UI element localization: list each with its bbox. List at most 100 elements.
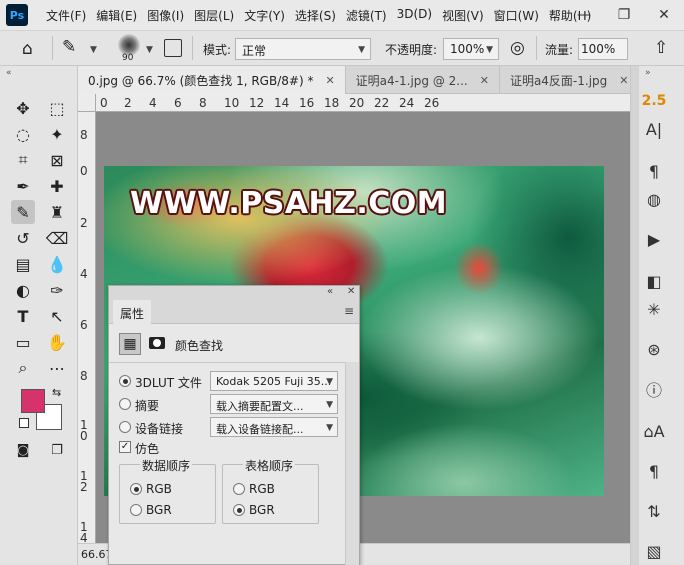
vertical-ruler[interactable]: 8 0 2 4 6 8 1 0 1 2 1 4	[78, 112, 96, 543]
eyedropper-tool-icon[interactable]: ✒	[11, 174, 35, 198]
chevron-down-icon[interactable]: ▼	[90, 45, 97, 55]
info-panel-icon[interactable]: ⓘ	[641, 376, 667, 402]
devicelink-select[interactable]: 载入设备链接配... ▼	[210, 417, 338, 437]
quick-mask-icon[interactable]: ◙	[11, 438, 35, 462]
ruler-label: 0	[100, 96, 108, 110]
move-tool-icon[interactable]: ✥	[11, 96, 35, 120]
close-icon[interactable]: ✕	[347, 286, 355, 297]
radio-button[interactable]	[130, 483, 142, 495]
lasso-tool-icon[interactable]: ◌	[11, 122, 35, 146]
paragraph-style-icon[interactable]: ¶	[641, 458, 667, 484]
menu-layer[interactable]: 图层(L)	[190, 7, 238, 24]
history-panel-icon[interactable]: ⇅	[641, 498, 667, 524]
healing-brush-tool-icon[interactable]: ✚	[45, 174, 69, 198]
crop-tool-icon[interactable]: ⌗	[11, 148, 35, 172]
menu-type[interactable]: 文字(Y)	[240, 7, 289, 24]
close-window-button[interactable]: ✕	[644, 0, 684, 30]
layers-panel-icon[interactable]: ◧	[641, 268, 667, 294]
radio-button[interactable]	[233, 483, 245, 495]
character-style-icon[interactable]: ⌂A	[641, 418, 667, 444]
brush-size-panel[interactable]: 2.5	[641, 88, 667, 114]
foreground-color-swatch[interactable]	[21, 389, 45, 413]
radio-button[interactable]	[130, 504, 142, 516]
adjustment-grid-icon[interactable]: ▦	[119, 333, 141, 355]
screen-mode-icon[interactable]: ❐	[45, 438, 69, 462]
brush-tool-preset-icon[interactable]: ✎	[62, 37, 76, 57]
marquee-tool-icon[interactable]: ⬚	[45, 96, 69, 120]
restore-button[interactable]: ❐	[604, 0, 644, 30]
swap-colors-icon[interactable]: ⇆	[52, 386, 61, 399]
abstract-select[interactable]: 载入摘要配置文... ▼	[210, 394, 338, 414]
zoom-tool-icon[interactable]: ⌕	[11, 356, 35, 380]
menu-edit[interactable]: 编辑(E)	[92, 7, 141, 24]
patterns-panel-icon[interactable]: ◍	[641, 186, 667, 212]
devicelink-radio[interactable]	[119, 421, 131, 433]
menu-view[interactable]: 视图(V)	[438, 7, 488, 24]
path-selection-tool-icon[interactable]: ↖	[45, 304, 69, 328]
hand-tool-icon[interactable]: ✋	[45, 330, 69, 354]
menu-3d[interactable]: 3D(D)	[393, 7, 436, 24]
collapse-icon[interactable]: «	[327, 286, 333, 297]
menu-window[interactable]: 窗口(W)	[490, 7, 543, 24]
clone-stamp-tool-icon[interactable]: ♜	[45, 200, 69, 224]
pressure-opacity-icon[interactable]: ◎	[510, 38, 525, 58]
menu-file[interactable]: 文件(F)	[42, 7, 90, 24]
menu-image[interactable]: 图像(I)	[143, 7, 188, 24]
ruler-origin[interactable]	[78, 94, 96, 112]
tab-properties[interactable]: 属性	[113, 300, 152, 324]
pen-tool-icon[interactable]: ✑	[45, 278, 69, 302]
default-colors-icon[interactable]	[19, 418, 29, 428]
abstract-radio[interactable]	[119, 398, 131, 410]
character-panel-icon[interactable]: A|	[641, 116, 667, 142]
panel-header[interactable]: « ✕	[109, 286, 359, 300]
close-icon[interactable]: ✕	[480, 74, 489, 87]
navigator-panel-icon[interactable]: ⊛	[641, 336, 667, 362]
horizontal-ruler[interactable]: 0 2 4 6 8 10 12 14 16 18 20 22 24 26	[96, 94, 630, 112]
scrollbar[interactable]	[631, 66, 639, 565]
history-brush-tool-icon[interactable]: ↺	[11, 226, 35, 250]
share-icon[interactable]: ⇧	[654, 38, 668, 58]
close-icon[interactable]: ✕	[325, 74, 334, 87]
opacity-input[interactable]: 100% ▼	[443, 38, 499, 60]
mode-select[interactable]: 正常 ▼	[235, 38, 371, 60]
tab-document-2[interactable]: 证明a4-1.jpg @ 2... ✕	[346, 66, 500, 94]
shape-tool-icon[interactable]: ▭	[11, 330, 35, 354]
menu-select[interactable]: 选择(S)	[291, 7, 340, 24]
data-order-bgr[interactable]: BGR	[130, 500, 210, 518]
paragraph-panel-icon[interactable]: ¶	[641, 158, 667, 184]
tab-document-3[interactable]: 证明a4反面-1.jpg ✕	[500, 66, 640, 94]
brush-settings-panel-icon[interactable]	[164, 39, 182, 57]
home-icon[interactable]: ⌂	[22, 39, 33, 59]
type-tool-icon[interactable]: T	[11, 304, 35, 328]
data-order-rgb[interactable]: RGB	[130, 479, 210, 497]
lut-select[interactable]: Kodak 5205 Fuji 35... ▼	[210, 371, 338, 391]
lut-radio[interactable]	[119, 375, 131, 387]
collapse-icon[interactable]: »	[645, 68, 651, 78]
close-icon[interactable]: ✕	[619, 74, 628, 87]
ruler-label: 2	[80, 216, 88, 230]
frame-tool-icon[interactable]: ⊠	[45, 148, 69, 172]
scrollbar[interactable]	[345, 362, 359, 565]
eraser-tool-icon[interactable]: ⌫	[45, 226, 69, 250]
radio-button[interactable]	[233, 504, 245, 516]
adjustments-panel-icon[interactable]: ✳	[641, 296, 667, 322]
panel-menu-icon[interactable]: ≡	[344, 304, 354, 318]
more-tools-icon[interactable]: ⋯	[45, 356, 69, 380]
actions-panel-icon[interactable]: ▶	[641, 226, 667, 252]
dodge-tool-icon[interactable]: ◐	[11, 278, 35, 302]
collapse-icon[interactable]: «	[6, 68, 12, 78]
flow-input[interactable]: 100%	[578, 38, 628, 60]
table-order-bgr[interactable]: BGR	[233, 500, 313, 518]
menu-filter[interactable]: 滤镜(T)	[342, 7, 391, 24]
gradients-panel-icon[interactable]: ▧	[641, 538, 667, 564]
mask-icon[interactable]	[149, 337, 165, 349]
magic-wand-tool-icon[interactable]: ✦	[45, 122, 69, 146]
brush-tool-icon[interactable]: ✎	[11, 200, 35, 224]
gradient-tool-icon[interactable]: ▤	[11, 252, 35, 276]
chevron-down-icon[interactable]: ▼	[146, 45, 153, 55]
minimize-button[interactable]: —	[564, 0, 604, 30]
dither-checkbox[interactable]: ✓	[119, 441, 131, 453]
blur-tool-icon[interactable]: 💧	[45, 252, 69, 276]
tab-document-1[interactable]: 0.jpg @ 66.7% (颜色查找 1, RGB/8#) * ✕	[78, 66, 346, 94]
table-order-rgb[interactable]: RGB	[233, 479, 313, 497]
